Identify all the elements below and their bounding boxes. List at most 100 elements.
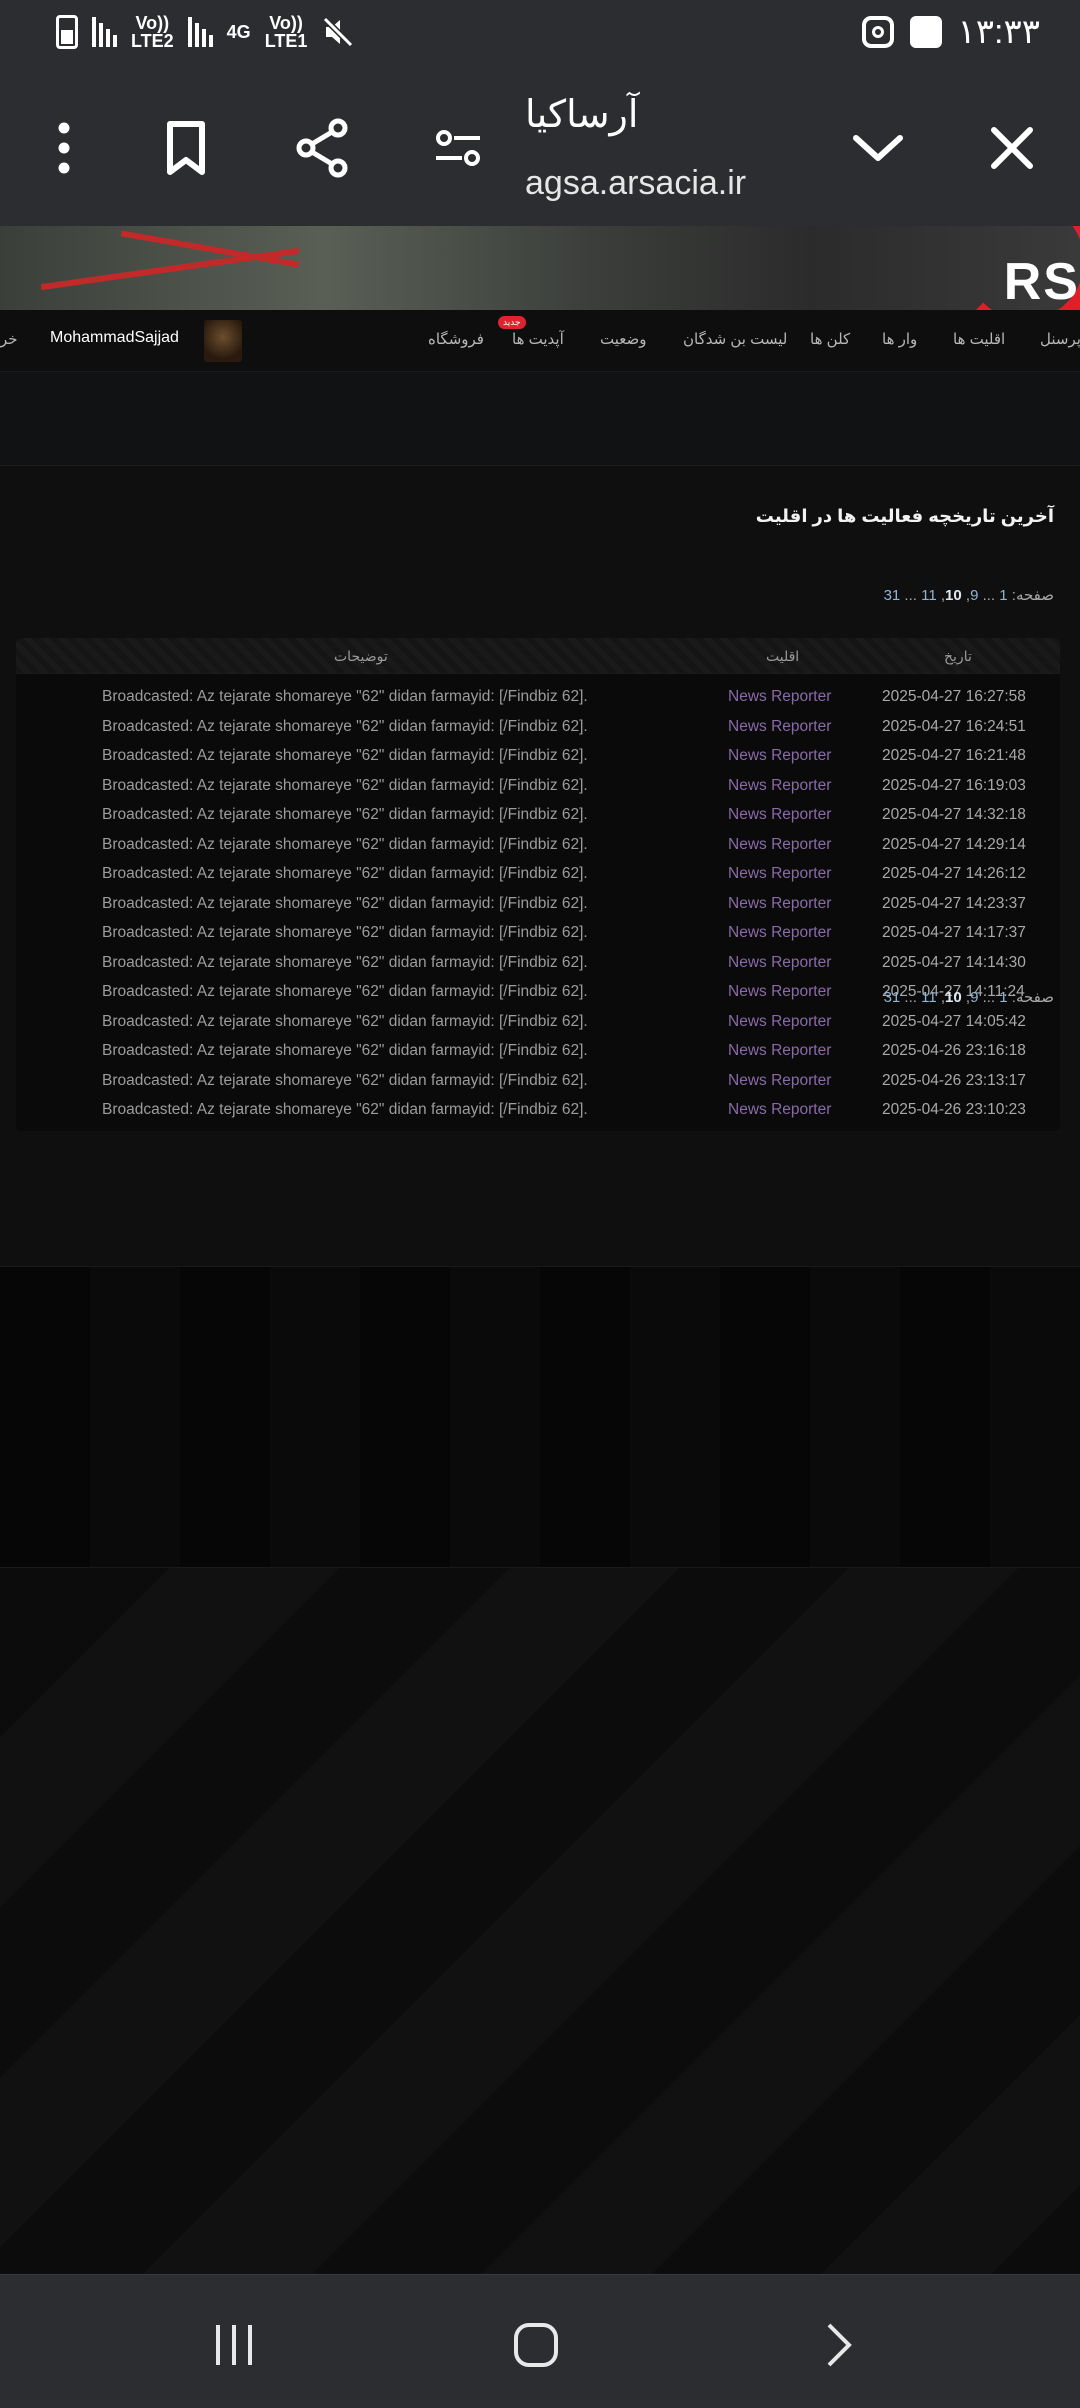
nav-item-minorities[interactable]: اقلیت ها <box>953 330 1005 348</box>
chevron-right-icon <box>827 2323 852 2367</box>
status-left: Vo)) LTE2 4G Vo)) LTE1 <box>56 14 355 50</box>
row-minority-link[interactable]: News Reporter <box>728 983 831 1001</box>
page-background <box>0 1568 1080 2274</box>
new-badge: جدید <box>498 316 526 329</box>
close-icon <box>991 127 1033 169</box>
page-link[interactable]: 11 <box>921 989 937 1006</box>
nav-item-clans[interactable]: کلن ها <box>810 330 850 348</box>
home-button[interactable] <box>506 2315 566 2375</box>
table-row: 2025-04-27 16:21:48 News Reporter Broadcas… <box>16 741 1060 771</box>
row-minority-link[interactable]: News Reporter <box>728 777 831 795</box>
share-button[interactable] <box>282 108 362 188</box>
pagination-gap: ... <box>982 587 996 604</box>
row-date: 2025-04-26 23:16:18 <box>882 1042 1026 1059</box>
row-date: 2025-04-27 16:21:48 <box>882 747 1026 764</box>
back-button[interactable] <box>808 2315 868 2375</box>
row-date: 2025-04-27 16:19:03 <box>882 776 1026 794</box>
home-icon <box>514 2323 558 2367</box>
mute-icon <box>323 16 354 48</box>
avatar[interactable] <box>204 320 242 362</box>
page-link[interactable]: 11 <box>921 587 937 604</box>
page-link[interactable]: 31 <box>884 587 901 604</box>
row-description: Broadcasted: Az tejarate shomareye "62" … <box>102 717 588 735</box>
row-minority-link[interactable]: News Reporter <box>728 1013 831 1031</box>
bookmark-button[interactable] <box>146 108 226 188</box>
table-row: 2025-04-27 14:14:30 News Reporter Broadcas… <box>16 948 1060 978</box>
column-header-date: تاریخ <box>944 648 972 664</box>
row-description: Broadcasted: Az tejarate shomareye "62" … <box>102 776 588 794</box>
collapse-button[interactable] <box>838 108 918 188</box>
more-menu-button[interactable] <box>24 108 104 188</box>
nav-item-cut[interactable]: خر <box>0 330 18 348</box>
tune-icon <box>436 130 480 166</box>
battery-icon <box>56 15 78 49</box>
chevron-down-icon <box>853 135 903 161</box>
instagram-icon <box>861 16 894 48</box>
table-row: 2025-04-27 14:32:18 News Reporter Broadcas… <box>16 800 1060 830</box>
pagination-gap: ... <box>904 587 917 604</box>
nav-item-wars[interactable]: وار ها <box>882 330 917 348</box>
row-description: Broadcasted: Az tejarate shomareye "62" … <box>102 1101 588 1118</box>
url-text[interactable]: agsa.arsacia.ir <box>525 164 746 203</box>
row-minority-link[interactable]: News Reporter <box>728 806 831 824</box>
column-header-description: توضیحات <box>334 648 388 664</box>
page-link[interactable]: 1 <box>999 989 1007 1006</box>
nav-item-updates[interactable]: آپدیت ها <box>512 330 564 348</box>
row-date: 2025-04-27 14:17:37 <box>882 924 1026 941</box>
table-row: 2025-04-27 14:26:12 News Reporter Broadcas… <box>16 859 1060 889</box>
table-row: 2025-04-27 14:23:37 News Reporter Broadcas… <box>16 889 1060 919</box>
row-date: 2025-04-27 14:23:37 <box>882 894 1026 912</box>
row-minority-link[interactable]: News Reporter <box>728 836 831 854</box>
row-description: Broadcasted: Az tejarate shomareye "62" … <box>102 1071 588 1089</box>
page-link[interactable]: 31 <box>884 989 901 1006</box>
page-link[interactable]: 9 <box>970 587 978 604</box>
nav-item-personnel[interactable]: پرسنل <box>1040 330 1080 348</box>
pagination-bottom: صفحه: 1 ... 9, 10, 11 ... 31 <box>883 989 1054 1006</box>
page-link[interactable]: 9 <box>970 989 978 1006</box>
row-date: 2025-04-27 14:29:14 <box>882 835 1026 853</box>
row-minority-link[interactable]: News Reporter <box>728 718 831 736</box>
page-link[interactable]: 1 <box>999 587 1007 604</box>
row-date: 2025-04-27 14:26:12 <box>882 865 1026 882</box>
site-settings-button[interactable] <box>418 108 498 188</box>
nav-item-banned-list[interactable]: لیست بن شدگان <box>683 330 787 348</box>
row-minority-link[interactable]: News Reporter <box>728 895 831 913</box>
row-minority-link[interactable]: News Reporter <box>728 688 831 706</box>
network-2-label: Vo)) LTE1 <box>264 13 308 51</box>
page-current: 10 <box>945 989 962 1006</box>
pagination-gap: ... <box>904 989 917 1006</box>
row-date: 2025-04-27 16:27:58 <box>882 688 1026 705</box>
footer-area <box>0 1266 1080 1568</box>
row-minority-link[interactable]: News Reporter <box>728 954 831 972</box>
nav-item-shop[interactable]: فروشگاه <box>428 330 484 348</box>
row-date: 2025-04-26 23:10:23 <box>882 1101 1026 1118</box>
site-logo-text: RS <box>1003 253 1080 310</box>
table-row: 2025-04-26 23:13:17 News Reporter Broadcas… <box>16 1066 1060 1096</box>
table-row: 2025-04-27 14:29:14 News Reporter Broadcas… <box>16 830 1060 860</box>
row-description: Broadcasted: Az tejarate shomareye "62" … <box>102 924 588 941</box>
row-minority-link[interactable]: News Reporter <box>728 1101 831 1119</box>
table-header: تاریخ اقلیت توضیحات <box>16 638 1060 674</box>
table-row: 2025-04-27 16:27:58 News Reporter Broadcas… <box>16 682 1060 712</box>
row-date: 2025-04-27 14:05:42 <box>882 1012 1026 1030</box>
activity-table: تاریخ اقلیت توضیحات 2025-04-27 16:27:58 N… <box>16 638 1060 1131</box>
more-vertical-icon <box>58 122 70 174</box>
row-date: 2025-04-27 16:24:51 <box>882 717 1026 735</box>
system-nav-bar <box>0 2274 1080 2408</box>
recent-apps-button[interactable] <box>204 2315 264 2375</box>
row-minority-link[interactable]: News Reporter <box>728 1042 831 1060</box>
nav-item-status[interactable]: وضعیت <box>600 330 646 348</box>
table-row: 2025-04-26 23:10:23 News Reporter Broadcas… <box>16 1095 1060 1125</box>
signal-2-icon <box>187 17 213 47</box>
username[interactable]: MohammadSajjad <box>50 329 179 347</box>
row-minority-link[interactable]: News Reporter <box>728 924 831 942</box>
row-description: Broadcasted: Az tejarate shomareye "62" … <box>102 865 588 882</box>
row-minority-link[interactable]: News Reporter <box>728 747 831 765</box>
site-banner: RS <box>0 226 1080 310</box>
row-minority-link[interactable]: News Reporter <box>728 1072 831 1090</box>
page-title: آرساکیا <box>525 94 639 136</box>
close-button[interactable] <box>972 108 1052 188</box>
row-minority-link[interactable]: News Reporter <box>728 865 831 883</box>
row-description: Broadcasted: Az tejarate shomareye "62" … <box>102 688 588 705</box>
site-nav: پرسنل اقلیت ها وار ها کلن ها لیست بن شدگ… <box>0 310 1080 372</box>
